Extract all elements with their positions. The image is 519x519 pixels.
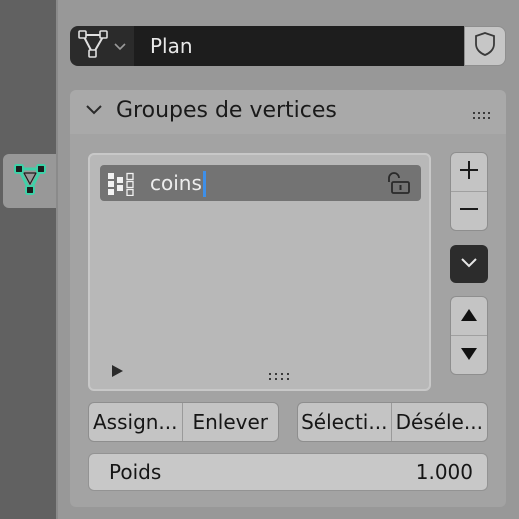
specials-menu-button[interactable] xyxy=(450,245,488,283)
text-cursor xyxy=(203,171,206,197)
fake-user-button[interactable] xyxy=(464,26,506,66)
unlock-icon[interactable] xyxy=(385,171,411,199)
move-down-button[interactable] xyxy=(451,335,487,374)
remove-group-button[interactable] xyxy=(451,191,487,230)
vertex-group-icon xyxy=(107,172,137,200)
object-name-field[interactable]: Plan xyxy=(134,26,464,66)
move-group xyxy=(450,296,488,375)
assign-remove-group: Assign... Enlever xyxy=(88,402,279,442)
mesh-data-icon xyxy=(13,162,47,200)
select-deselect-group: Sélecti... Déséle... xyxy=(297,402,488,442)
tab-mesh-data[interactable] xyxy=(3,154,56,208)
plus-icon xyxy=(459,160,479,184)
minus-icon xyxy=(459,199,479,223)
triangle-down-icon xyxy=(460,346,478,365)
mesh-datablock-header: Plan xyxy=(70,26,506,66)
mesh-data-icon xyxy=(78,30,110,62)
properties-tab-strip xyxy=(0,0,56,519)
chevron-down-icon xyxy=(114,37,126,56)
shield-icon xyxy=(473,31,497,61)
chevron-down-icon xyxy=(84,102,104,122)
triangle-up-icon xyxy=(460,307,478,326)
deselect-button[interactable]: Déséle... xyxy=(390,403,487,441)
add-group-button[interactable] xyxy=(451,153,487,191)
remove-button[interactable]: Enlever xyxy=(181,403,278,441)
vertex-groups-panel-header[interactable]: Groupes de vertices xyxy=(70,90,506,134)
panel-title: Groupes de vertices xyxy=(116,98,337,123)
select-button[interactable]: Sélecti... xyxy=(298,403,391,441)
weight-label: Poids xyxy=(109,460,162,484)
region-divider xyxy=(56,0,58,519)
assign-button[interactable]: Assign... xyxy=(89,403,182,441)
resize-handle-icon[interactable] xyxy=(268,367,292,386)
move-up-button[interactable] xyxy=(451,297,487,335)
weight-value: 1.000 xyxy=(415,460,473,484)
expand-filter-icon[interactable] xyxy=(112,365,123,377)
drag-handle-icon[interactable] xyxy=(472,106,492,125)
weight-field[interactable]: Poids 1.000 xyxy=(88,453,488,491)
chevron-down-icon xyxy=(459,255,479,274)
mesh-browse-button[interactable] xyxy=(70,26,134,66)
vertex-group-list[interactable]: coins xyxy=(88,153,431,391)
vertex-group-name[interactable]: coins xyxy=(150,171,202,195)
list-item[interactable]: coins xyxy=(100,165,421,201)
add-remove-group xyxy=(450,152,488,231)
